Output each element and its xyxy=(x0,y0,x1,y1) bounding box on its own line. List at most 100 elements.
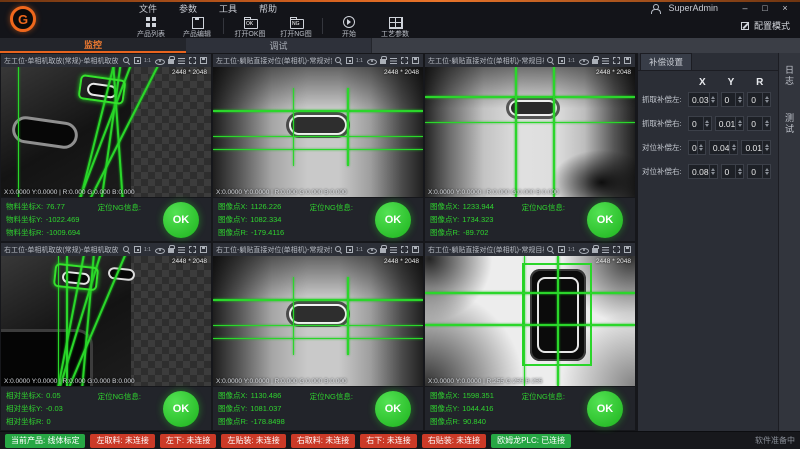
close-button[interactable]: × xyxy=(776,2,794,15)
list-icon[interactable] xyxy=(389,56,398,65)
menu-params[interactable]: 参数 xyxy=(168,2,208,15)
camera-image[interactable]: 2448 * 2048 X:0.0000 Y:0.0000 | R:255 G:… xyxy=(425,256,635,386)
lock-icon[interactable] xyxy=(590,56,599,65)
eye-icon[interactable] xyxy=(579,245,588,254)
spinner-arrows-icon[interactable] xyxy=(729,141,737,154)
grab-right-y-spinner[interactable]: 0.01 xyxy=(715,116,745,131)
spinner-arrows-icon[interactable] xyxy=(762,117,770,130)
spinner-arrows-icon[interactable] xyxy=(762,165,770,178)
camera-image[interactable]: 2448 * 2048 X:0.0000 Y:0.0000 | R:0.000 … xyxy=(1,67,211,197)
list-icon[interactable] xyxy=(177,245,186,254)
save-image-icon[interactable] xyxy=(411,245,420,254)
save-image-icon[interactable] xyxy=(411,56,420,65)
config-mode-button[interactable]: 配置模式 xyxy=(740,19,790,32)
search-icon[interactable] xyxy=(546,56,555,65)
list-icon[interactable] xyxy=(601,245,610,254)
align-left-x-spinner[interactable]: 0 xyxy=(688,140,706,155)
align-right-x-spinner[interactable]: 0.08 xyxy=(688,164,718,179)
actual-size-icon[interactable] xyxy=(356,245,365,254)
menu-tools[interactable]: 工具 xyxy=(208,2,248,15)
lock-icon[interactable] xyxy=(378,245,387,254)
eye-icon[interactable] xyxy=(367,245,376,254)
search-icon[interactable] xyxy=(334,56,343,65)
tab-monitor[interactable]: 监控 xyxy=(0,38,186,53)
camera-image[interactable]: 2448 * 2048 X:0.0000 Y:0.0000 | R:0.000 … xyxy=(425,67,635,197)
dock-tab-test[interactable]: 测试 xyxy=(783,113,796,135)
align-right-y-spinner[interactable]: 0 xyxy=(721,164,745,179)
fit-window-icon[interactable] xyxy=(345,245,354,254)
minimize-button[interactable]: – xyxy=(736,2,754,15)
spinner-arrows-icon[interactable] xyxy=(735,117,743,130)
spinner-arrows-icon[interactable] xyxy=(709,165,717,178)
ok-status-button[interactable]: OK xyxy=(587,391,623,427)
open-ok-images-button[interactable]: OK 打开OK图 xyxy=(227,16,273,39)
ok-status-button[interactable]: OK xyxy=(587,202,623,238)
actual-size-icon[interactable] xyxy=(568,56,577,65)
lock-icon[interactable] xyxy=(378,56,387,65)
eye-icon[interactable] xyxy=(579,56,588,65)
fit-window-icon[interactable] xyxy=(133,56,142,65)
ok-status-button[interactable]: OK xyxy=(163,391,199,427)
fit-window-icon[interactable] xyxy=(557,245,566,254)
grab-left-r-spinner[interactable]: 0 xyxy=(747,92,771,107)
search-icon[interactable] xyxy=(122,56,131,65)
spinner-arrows-icon[interactable] xyxy=(762,141,770,154)
lock-icon[interactable] xyxy=(166,245,175,254)
region-icon[interactable] xyxy=(400,56,409,65)
grab-right-r-spinner[interactable]: 0 xyxy=(747,116,771,131)
start-button[interactable]: 开始 xyxy=(326,16,372,39)
save-image-icon[interactable] xyxy=(199,56,208,65)
list-icon[interactable] xyxy=(177,56,186,65)
eye-icon[interactable] xyxy=(155,245,164,254)
spinner-arrows-icon[interactable] xyxy=(735,165,743,178)
ok-status-button[interactable]: OK xyxy=(375,391,411,427)
eye-icon[interactable] xyxy=(155,56,164,65)
search-icon[interactable] xyxy=(546,245,555,254)
fit-window-icon[interactable] xyxy=(133,245,142,254)
camera-image[interactable]: 2448 * 2048 X:0.0000 Y:0.0000 | R:0.000 … xyxy=(1,256,211,386)
region-icon[interactable] xyxy=(612,245,621,254)
ok-status-button[interactable]: OK xyxy=(163,202,199,238)
lock-icon[interactable] xyxy=(590,245,599,254)
eye-icon[interactable] xyxy=(367,56,376,65)
tab-debug[interactable]: 调试 xyxy=(186,38,372,53)
fit-window-icon[interactable] xyxy=(345,56,354,65)
fit-window-icon[interactable] xyxy=(557,56,566,65)
process-params-button[interactable]: 工艺参数 xyxy=(372,16,418,39)
spinner-arrows-icon[interactable] xyxy=(709,93,717,106)
spinner-arrows-icon[interactable] xyxy=(703,117,711,130)
align-right-r-spinner[interactable]: 0 xyxy=(747,164,771,179)
region-icon[interactable] xyxy=(188,56,197,65)
camera-image[interactable]: 2448 * 2048 X:0.0000 Y:0.0000 | R:0.000 … xyxy=(213,67,423,197)
region-icon[interactable] xyxy=(188,245,197,254)
product-list-button[interactable]: 产品列表 xyxy=(128,16,174,39)
dock-tab-log[interactable]: 日志 xyxy=(783,65,796,87)
search-icon[interactable] xyxy=(122,245,131,254)
spinner-arrows-icon[interactable] xyxy=(697,141,705,154)
camera-image[interactable]: 2448 * 2048 X:0.0000 Y:0.0000 | R:0.000 … xyxy=(213,256,423,386)
save-image-icon[interactable] xyxy=(623,56,632,65)
save-image-icon[interactable] xyxy=(199,245,208,254)
list-icon[interactable] xyxy=(601,56,610,65)
menu-help[interactable]: 帮助 xyxy=(248,2,288,15)
save-image-icon[interactable] xyxy=(623,245,632,254)
actual-size-icon[interactable] xyxy=(356,56,365,65)
search-icon[interactable] xyxy=(334,245,343,254)
spinner-arrows-icon[interactable] xyxy=(735,93,743,106)
region-icon[interactable] xyxy=(612,56,621,65)
maximize-button[interactable]: □ xyxy=(756,2,774,15)
align-left-r-spinner[interactable]: 0.01 xyxy=(741,140,771,155)
open-ng-images-button[interactable]: NG 打开NG图 xyxy=(273,16,319,39)
lock-icon[interactable] xyxy=(166,56,175,65)
list-icon[interactable] xyxy=(389,245,398,254)
grab-right-x-spinner[interactable]: 0 xyxy=(688,116,712,131)
product-edit-button[interactable]: 产品编辑 xyxy=(174,16,220,39)
menu-file[interactable]: 文件 xyxy=(128,2,168,15)
align-left-y-spinner[interactable]: 0.04 xyxy=(709,140,739,155)
grab-left-x-spinner[interactable]: 0.03 xyxy=(688,92,718,107)
grab-left-y-spinner[interactable]: 0 xyxy=(721,92,745,107)
ok-status-button[interactable]: OK xyxy=(375,202,411,238)
actual-size-icon[interactable] xyxy=(144,56,153,65)
actual-size-icon[interactable] xyxy=(144,245,153,254)
actual-size-icon[interactable] xyxy=(568,245,577,254)
